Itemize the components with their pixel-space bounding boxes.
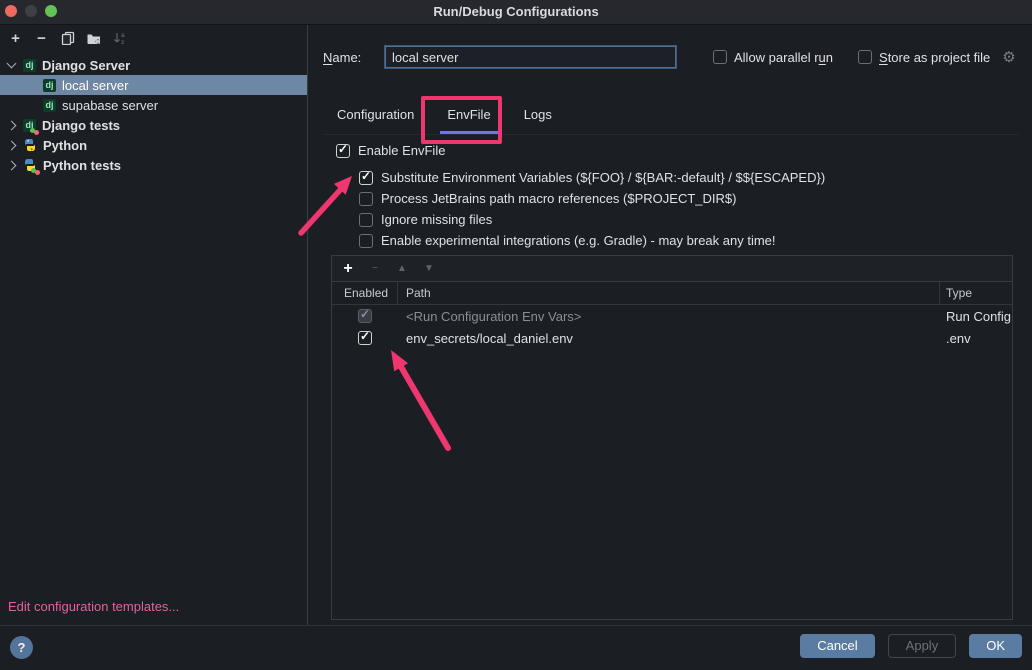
envfile-table-toolbar: + − ▲ ▼ (332, 256, 1012, 282)
sort-configurations-icon: az (111, 30, 128, 47)
test-overlay-icon (30, 128, 39, 135)
checkbox-icon[interactable] (858, 50, 872, 64)
traffic-lights (5, 5, 57, 17)
run-debug-configurations-dialog: { "window": { "title": "Run/Debug Config… (0, 0, 1032, 670)
option-label: Enable experimental integrations (e.g. G… (381, 233, 776, 248)
sidebar-toolbar: + − az (0, 25, 307, 51)
add-env-file-icon[interactable]: + (341, 260, 355, 278)
chevron-right-icon[interactable] (7, 160, 17, 170)
sidebar-item-local-server[interactable]: dj local server (0, 75, 307, 95)
configuration-tabs: Configuration EnvFile Logs (323, 100, 1018, 135)
svg-text:a: a (121, 32, 125, 39)
option-ignore-missing-files[interactable]: Ignore missing files (359, 209, 1018, 230)
python-icon (23, 138, 37, 152)
option-label: Ignore missing files (381, 212, 492, 227)
django-tests-icon: dj (23, 119, 36, 132)
sidebar-item-python-tests[interactable]: Python tests (0, 155, 307, 175)
chevron-down-icon[interactable] (7, 59, 17, 69)
option-process-path-macros[interactable]: Process JetBrains path macro references … (359, 188, 1018, 209)
env-row-type: .env (940, 331, 1012, 346)
gear-icon[interactable]: ⚙ (1002, 48, 1015, 66)
checkbox-icon[interactable] (358, 331, 372, 345)
sidebar-item-django-tests[interactable]: dj Django tests (0, 115, 307, 135)
sidebar-item-supabase-server[interactable]: dj supabase server (0, 95, 307, 115)
tree-item-label: local server (62, 78, 128, 93)
apply-button: Apply (888, 634, 957, 658)
django-icon: dj (43, 99, 56, 112)
copy-configuration-icon[interactable] (59, 30, 76, 47)
move-up-icon: ▲ (395, 263, 409, 274)
column-header-path: Path (398, 282, 940, 304)
title-bar: Run/Debug Configurations (0, 0, 1032, 25)
close-window-button[interactable] (5, 5, 17, 17)
edit-configuration-templates-link[interactable]: Edit configuration templates... (8, 599, 179, 614)
sidebar-item-django-server[interactable]: dj Django Server (0, 55, 307, 75)
envfile-options: Enable EnvFile Substitute Environment Va… (336, 140, 1018, 251)
store-as-project-file-label: Store as project file (879, 50, 990, 65)
minimize-window-button (25, 5, 37, 17)
table-header: Enabled Path Type (332, 282, 1012, 305)
store-as-project-file-checkbox[interactable]: Store as project file ⚙ (858, 48, 1016, 66)
tree-item-label: Django Server (42, 58, 130, 73)
zoom-window-button[interactable] (45, 5, 57, 17)
name-input[interactable] (385, 46, 676, 68)
cancel-button[interactable]: Cancel (800, 634, 874, 658)
option-experimental-integrations[interactable]: Enable experimental integrations (e.g. G… (359, 230, 1018, 251)
sidebar-item-python[interactable]: Python (0, 135, 307, 155)
checkbox-icon[interactable] (359, 234, 373, 248)
tree-item-label: Django tests (42, 118, 120, 133)
env-row-type: Run Config (940, 309, 1012, 324)
allow-parallel-run-label: Allow parallel run (734, 50, 833, 65)
django-icon: dj (23, 59, 36, 72)
checkbox-icon[interactable] (359, 171, 373, 185)
chevron-right-icon[interactable] (7, 140, 17, 150)
tab-logs[interactable]: Logs (524, 107, 552, 134)
name-row: Name: Allow parallel run Store as projec… (323, 45, 1022, 69)
envfile-table: + − ▲ ▼ Enabled Path Type <Run Configura… (331, 255, 1013, 620)
window-title: Run/Debug Configurations (0, 0, 1032, 24)
chevron-right-icon[interactable] (7, 120, 17, 130)
checkbox-icon[interactable] (336, 144, 350, 158)
python-tests-icon (23, 158, 37, 172)
new-folder-icon[interactable] (85, 30, 102, 47)
test-overlay-icon (31, 168, 40, 175)
checkbox-icon[interactable] (359, 213, 373, 227)
configurations-sidebar: + − az dj Django Server dj local server … (0, 25, 308, 626)
option-label: Enable EnvFile (358, 143, 445, 158)
table-row[interactable]: env_secrets/local_daniel.env .env (332, 327, 1012, 349)
option-substitute-env-vars[interactable]: Substitute Environment Variables (${FOO}… (359, 167, 1018, 188)
ok-button[interactable]: OK (969, 634, 1022, 658)
allow-parallel-run-checkbox[interactable]: Allow parallel run (713, 50, 833, 65)
table-row[interactable]: <Run Configuration Env Vars> Run Config (332, 305, 1012, 327)
svg-text:z: z (121, 39, 125, 45)
move-down-icon: ▼ (422, 263, 436, 274)
env-row-path: env_secrets/local_daniel.env (398, 331, 940, 346)
option-enable-envfile[interactable]: Enable EnvFile (336, 140, 1018, 161)
configurations-tree: dj Django Server dj local server dj supa… (0, 55, 307, 175)
django-icon: dj (43, 79, 56, 92)
dialog-footer: ? Cancel Apply OK (0, 625, 1032, 670)
column-header-enabled: Enabled (332, 282, 398, 304)
checkbox-icon[interactable] (359, 192, 373, 206)
checkbox-icon (358, 309, 372, 323)
add-configuration-icon[interactable]: + (7, 30, 24, 47)
tree-item-label: supabase server (62, 98, 158, 113)
option-label: Substitute Environment Variables (${FOO}… (381, 170, 825, 185)
help-button[interactable]: ? (10, 636, 33, 659)
env-row-path: <Run Configuration Env Vars> (398, 309, 940, 324)
name-label: Name: (323, 50, 385, 65)
tree-item-label: Python (43, 138, 87, 153)
column-header-type: Type (940, 286, 1012, 300)
option-label: Process JetBrains path macro references … (381, 191, 736, 206)
remove-configuration-icon[interactable]: − (33, 30, 50, 47)
tree-item-label: Python tests (43, 158, 121, 173)
remove-env-file-icon: − (368, 263, 382, 274)
tab-envfile[interactable]: EnvFile (440, 107, 497, 134)
tab-configuration[interactable]: Configuration (337, 107, 414, 134)
checkbox-icon[interactable] (713, 50, 727, 64)
configuration-editor-panel: Name: Allow parallel run Store as projec… (309, 25, 1032, 626)
